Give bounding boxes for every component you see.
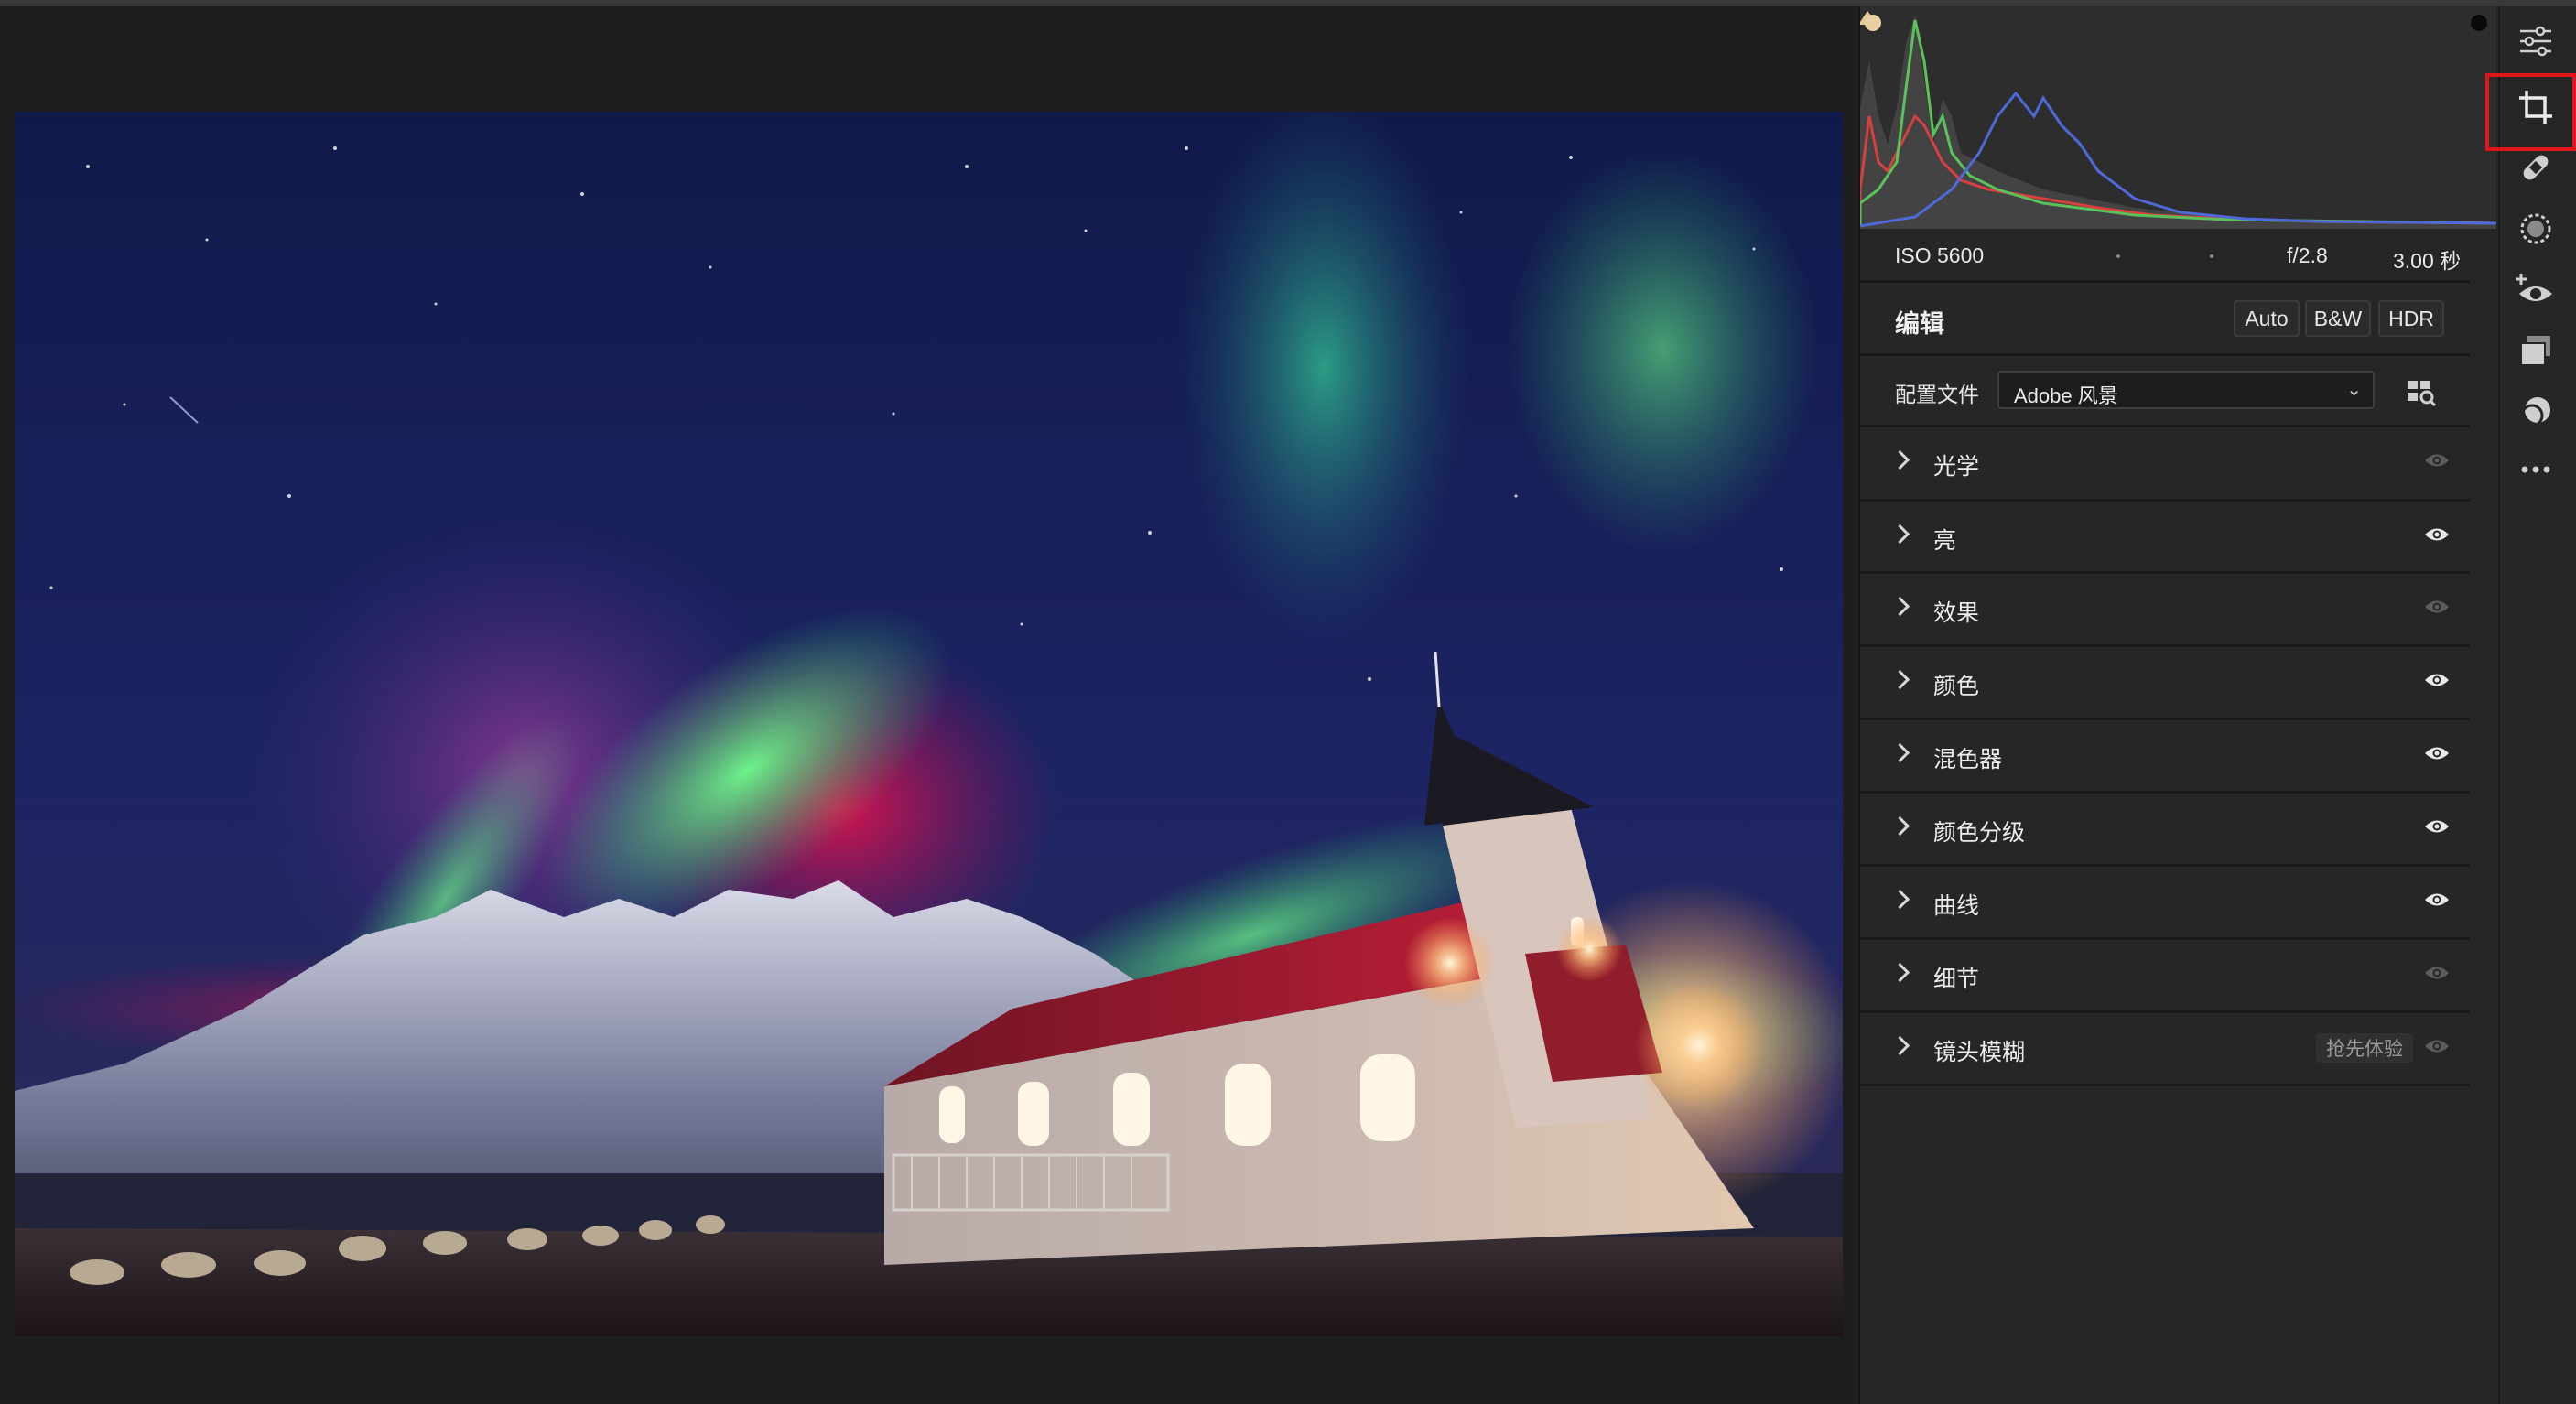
section-label: 颜色分级	[1933, 820, 2026, 846]
presets-icon[interactable]	[2513, 328, 2559, 373]
exif-info: ISO 5600 f/2.8 3.00 秒	[1860, 231, 2496, 280]
histogram[interactable]	[1858, 6, 2497, 229]
section-detail[interactable]: 细节	[1860, 941, 2470, 1011]
exif-separator	[2210, 254, 2213, 258]
visibility-eye-icon[interactable]	[2424, 599, 2450, 615]
visibility-eye-icon[interactable]	[2424, 891, 2450, 908]
divider	[1860, 718, 2470, 720]
divider	[1860, 1084, 2470, 1086]
section-light[interactable]: 亮	[1860, 502, 2470, 573]
divider	[1860, 937, 2470, 940]
crop-tool-highlight	[2485, 73, 2576, 151]
divider	[1860, 353, 2470, 356]
section-label: 混色器	[1933, 747, 2003, 772]
divider	[1860, 425, 2470, 427]
divider	[1860, 280, 2470, 283]
chevron-right-icon	[1889, 669, 1910, 690]
visibility-eye-icon[interactable]	[2424, 672, 2450, 688]
chevron-right-icon	[1889, 742, 1910, 763]
profile-label: 配置文件	[1895, 383, 1979, 406]
chevron-right-icon	[1889, 889, 1910, 910]
profile-select[interactable]: Adobe 风景 ⌄	[1997, 371, 2375, 409]
edit-header: 编辑 Auto B&W HDR	[1860, 284, 2470, 353]
divider	[1860, 791, 2470, 794]
window-top-border	[0, 0, 2576, 6]
visibility-eye-icon[interactable]	[2424, 452, 2450, 469]
chevron-right-icon	[1889, 1035, 1910, 1056]
visibility-eye-icon[interactable]	[2424, 1038, 2450, 1054]
chevron-right-icon	[1889, 596, 1910, 617]
red-eye-icon[interactable]	[2513, 267, 2559, 313]
aperture-value: f/2.8	[2287, 243, 2328, 267]
section-curve[interactable]: 曲线	[1860, 868, 2470, 938]
snapshots-icon[interactable]	[2513, 389, 2559, 435]
section-label: 镜头模糊	[1933, 1040, 2026, 1065]
divider	[1860, 864, 2470, 867]
chevron-right-icon	[1889, 524, 1910, 545]
chevron-down-icon: ⌄	[2346, 380, 2362, 400]
masking-icon[interactable]	[2513, 206, 2559, 252]
section-effects[interactable]: 效果	[1860, 575, 2470, 645]
divider	[1860, 499, 2470, 502]
bw-button[interactable]: B&W	[2305, 300, 2371, 337]
visibility-eye-icon[interactable]	[2424, 745, 2450, 761]
visibility-eye-icon[interactable]	[2424, 965, 2450, 981]
edit-sliders-icon[interactable]	[2513, 18, 2559, 64]
section-label: 细节	[1933, 967, 1980, 992]
healing-icon[interactable]	[2513, 145, 2559, 190]
early-access-badge: 抢先体验	[2316, 1033, 2413, 1063]
section-label: 效果	[1933, 600, 1980, 626]
profile-select-value: Adobe 风景	[2014, 384, 2118, 407]
divider	[1860, 1010, 2470, 1013]
hdr-button[interactable]: HDR	[2378, 300, 2444, 337]
shutter-value: 3.00 秒	[2393, 249, 2462, 273]
profile-browser-icon[interactable]	[2406, 377, 2437, 407]
section-color-mixer[interactable]: 混色器	[1860, 721, 2470, 792]
chevron-right-icon	[1889, 449, 1910, 470]
divider	[1860, 571, 2470, 574]
visibility-eye-icon[interactable]	[2424, 526, 2450, 543]
section-label: 光学	[1933, 454, 1980, 480]
visibility-eye-icon[interactable]	[2424, 818, 2450, 835]
iso-value: ISO 5600	[1895, 243, 1985, 267]
exif-separator	[2116, 254, 2120, 258]
more-icon[interactable]	[2513, 447, 2559, 492]
photo-preview[interactable]	[15, 112, 1843, 1336]
chevron-right-icon	[1889, 962, 1910, 983]
section-color[interactable]: 颜色	[1860, 648, 2470, 718]
section-color-grading[interactable]: 颜色分级	[1860, 794, 2470, 865]
edit-title: 编辑	[1895, 310, 1944, 338]
section-lens-blur[interactable]: 镜头模糊 抢先体验	[1860, 1014, 2470, 1085]
section-optics[interactable]: 光学	[1860, 428, 2470, 499]
section-label: 亮	[1933, 528, 1957, 554]
auto-button[interactable]: Auto	[2234, 300, 2300, 337]
chevron-right-icon	[1889, 815, 1910, 837]
divider	[1860, 644, 2470, 647]
section-label: 颜色	[1933, 674, 1980, 699]
section-label: 曲线	[1933, 893, 1980, 919]
profile-row: 配置文件 Adobe 风景 ⌄	[1860, 357, 2470, 425]
